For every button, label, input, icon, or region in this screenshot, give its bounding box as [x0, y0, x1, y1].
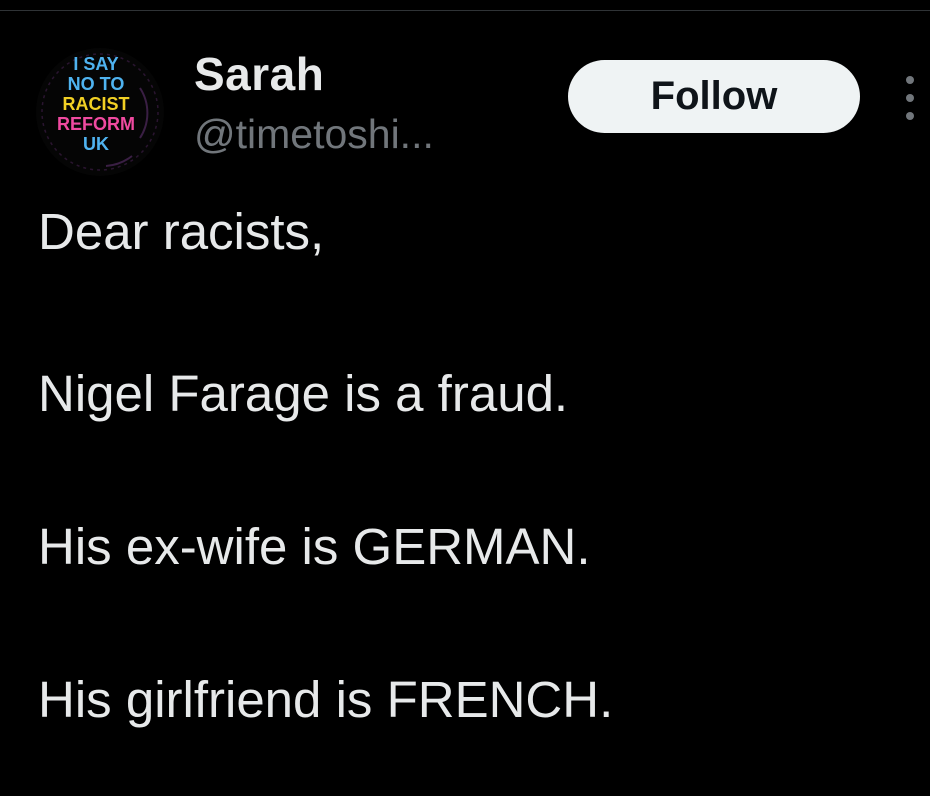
dot [906, 76, 914, 84]
avatar-text-line-5: UK [83, 134, 109, 154]
avatar-text-line-4: REFORM [57, 114, 135, 134]
tweet-line-greeting: Dear racists, [38, 203, 325, 260]
user-handle[interactable]: @timetoshi... [194, 110, 434, 158]
avatar-text-line-1: I SAY [73, 54, 118, 74]
more-dots-vertical-icon[interactable] [898, 76, 922, 120]
avatar-text-line-3: RACIST [63, 94, 130, 114]
tweet-line-ex-wife: His ex-wife is GERMAN. [38, 518, 591, 575]
avatar-logo-icon: I SAY NO TO RACIST REFORM UK [36, 48, 164, 176]
display-name[interactable]: Sarah [194, 48, 324, 100]
tweet-line-claim: Nigel Farage is a fraud. [38, 365, 569, 422]
avatar-text-line-2: NO TO [68, 74, 125, 94]
top-divider [0, 10, 930, 11]
dot [906, 112, 914, 120]
tweet-line-girlfriend: His girlfriend is FRENCH. [38, 671, 614, 728]
avatar[interactable]: I SAY NO TO RACIST REFORM UK [36, 48, 164, 176]
follow-button[interactable]: Follow [568, 60, 860, 133]
dot [906, 94, 914, 102]
